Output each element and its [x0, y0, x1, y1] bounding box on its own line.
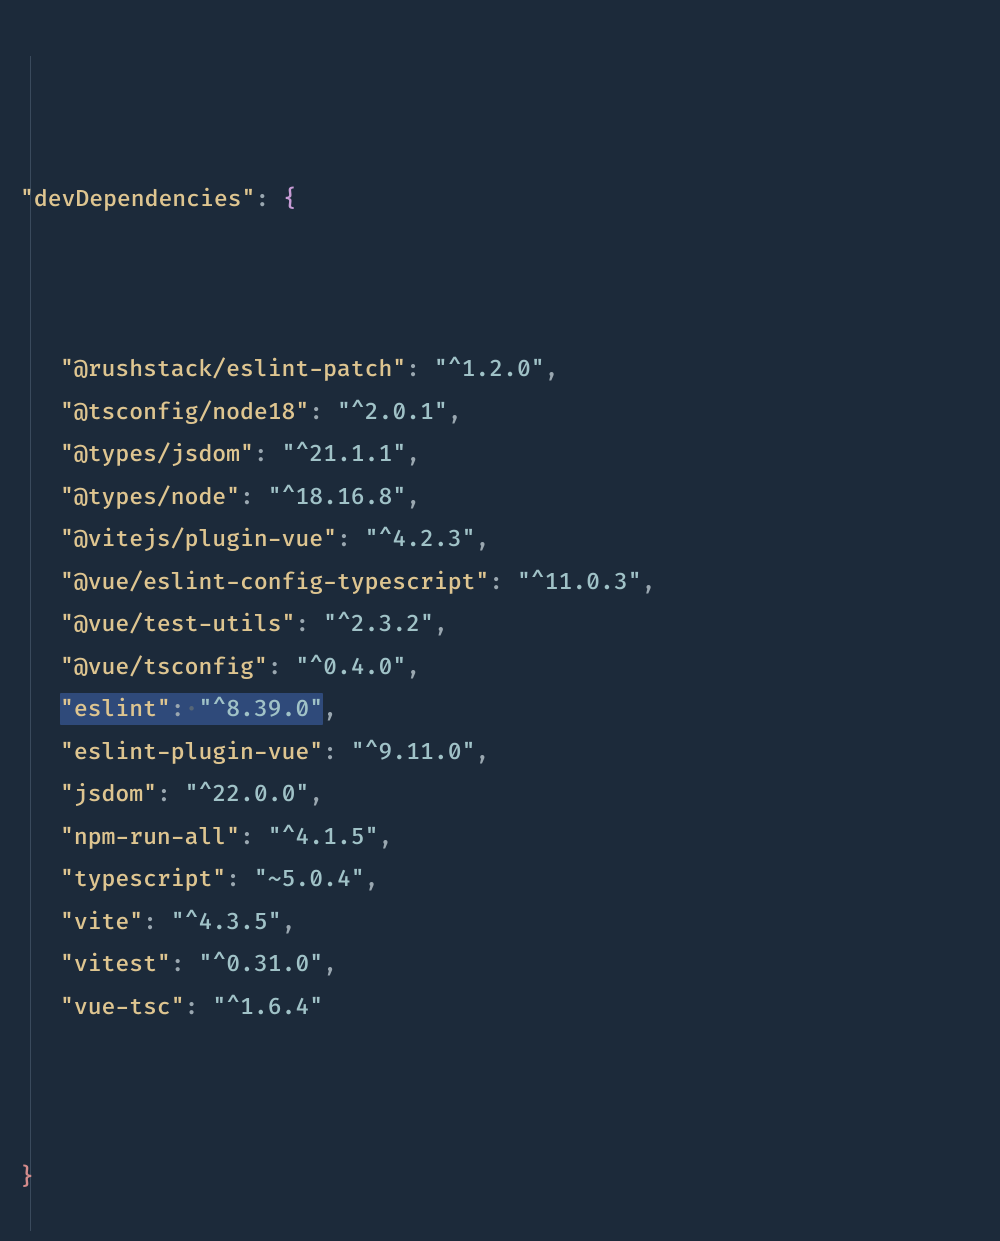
- section-header-line[interactable]: "devDependencies": {: [0, 178, 1000, 221]
- dependency-line[interactable]: "@types/node": "^18.16.8",: [0, 476, 1000, 519]
- dependency-version: "^1.6.4": [212, 993, 323, 1021]
- dependency-version: "^4.1.5": [268, 823, 379, 851]
- dependency-version: "^0.31.0": [199, 950, 324, 978]
- dependency-line[interactable]: "typescript": "~5.0.4",: [0, 858, 1000, 901]
- dependency-name: "@rushstack/eslint-patch": [60, 355, 406, 383]
- dependency-name: "@tsconfig/node18": [60, 398, 309, 426]
- dependency-name: "npm-run-all": [60, 823, 240, 851]
- dependency-version: "^11.0.3": [517, 568, 642, 596]
- dependency-line[interactable]: "jsdom": "^22.0.0",: [0, 773, 1000, 816]
- selection-highlight: "eslint":·"^8.39.0": [60, 693, 323, 725]
- dependency-line[interactable]: "eslint":·"^8.39.0",: [0, 688, 1000, 731]
- dependency-line[interactable]: "@vitejs/plugin-vue": "^4.2.3",: [0, 518, 1000, 561]
- close-brace-token: }: [20, 1163, 34, 1191]
- whitespace-dot-icon: ·: [185, 695, 199, 723]
- dependency-name: "vitest": [60, 950, 171, 978]
- dependency-version: "^4.2.3": [365, 525, 476, 553]
- open-brace-token: {: [283, 185, 297, 213]
- colon-token: :: [255, 185, 269, 213]
- dependency-line[interactable]: "eslint-plugin-vue": "^9.11.0",: [0, 731, 1000, 774]
- dependency-version: "^4.3.5": [171, 908, 282, 936]
- dependency-line[interactable]: "vite": "^4.3.5",: [0, 901, 1000, 944]
- dependency-line[interactable]: "@vue/tsconfig": "^0.4.0",: [0, 646, 1000, 689]
- dependency-name: "@vitejs/plugin-vue": [60, 525, 337, 553]
- dependency-version: "~5.0.4": [254, 865, 365, 893]
- dependency-name: "@vue/eslint-config-typescript": [60, 568, 489, 596]
- dependency-line[interactable]: "@tsconfig/node18": "^2.0.1",: [0, 391, 1000, 434]
- close-brace-line[interactable]: }: [0, 1156, 1000, 1199]
- dependency-line[interactable]: "@types/jsdom": "^21.1.1",: [0, 433, 1000, 476]
- dependency-version: "^9.11.0": [351, 738, 476, 766]
- dependency-version: "^8.39.0": [199, 695, 324, 723]
- dependency-version: "^18.16.8": [268, 483, 406, 511]
- dependency-line[interactable]: "vue-tsc": "^1.6.4": [0, 986, 1000, 1029]
- dependency-version: "^21.1.1": [282, 440, 407, 468]
- dependency-name: "eslint-plugin-vue": [60, 738, 323, 766]
- dependency-name: "@types/node": [60, 483, 240, 511]
- dependency-line[interactable]: "@vue/eslint-config-typescript": "^11.0.…: [0, 561, 1000, 604]
- dependency-line[interactable]: "@vue/test-utils": "^2.3.2",: [0, 603, 1000, 646]
- dependency-name: "vue-tsc": [60, 993, 185, 1021]
- dependency-version: "^22.0.0": [185, 780, 310, 808]
- code-editor[interactable]: "devDependencies": { "@rushstack/eslint-…: [0, 8, 1000, 1241]
- dependency-line[interactable]: "vitest": "^0.31.0",: [0, 943, 1000, 986]
- dependency-line[interactable]: "npm-run-all": "^4.1.5",: [0, 816, 1000, 859]
- dependency-version: "^0.4.0": [295, 653, 406, 681]
- dependency-name: "@vue/tsconfig": [60, 653, 268, 681]
- dependency-name: "@types/jsdom": [60, 440, 254, 468]
- dependency-name: "@vue/test-utils": [60, 610, 295, 638]
- dependency-name: "eslint": [60, 695, 171, 723]
- dependency-version: "^1.2.0": [434, 355, 545, 383]
- dependency-version: "^2.3.2": [323, 610, 434, 638]
- dependency-name: "typescript": [60, 865, 226, 893]
- dependency-name: "vite": [60, 908, 143, 936]
- section-key: "devDependencies": [20, 185, 255, 213]
- dependency-version: "^2.0.1": [337, 398, 448, 426]
- dependency-line[interactable]: "@rushstack/eslint-patch": "^1.2.0",: [0, 348, 1000, 391]
- dependency-name: "jsdom": [60, 780, 157, 808]
